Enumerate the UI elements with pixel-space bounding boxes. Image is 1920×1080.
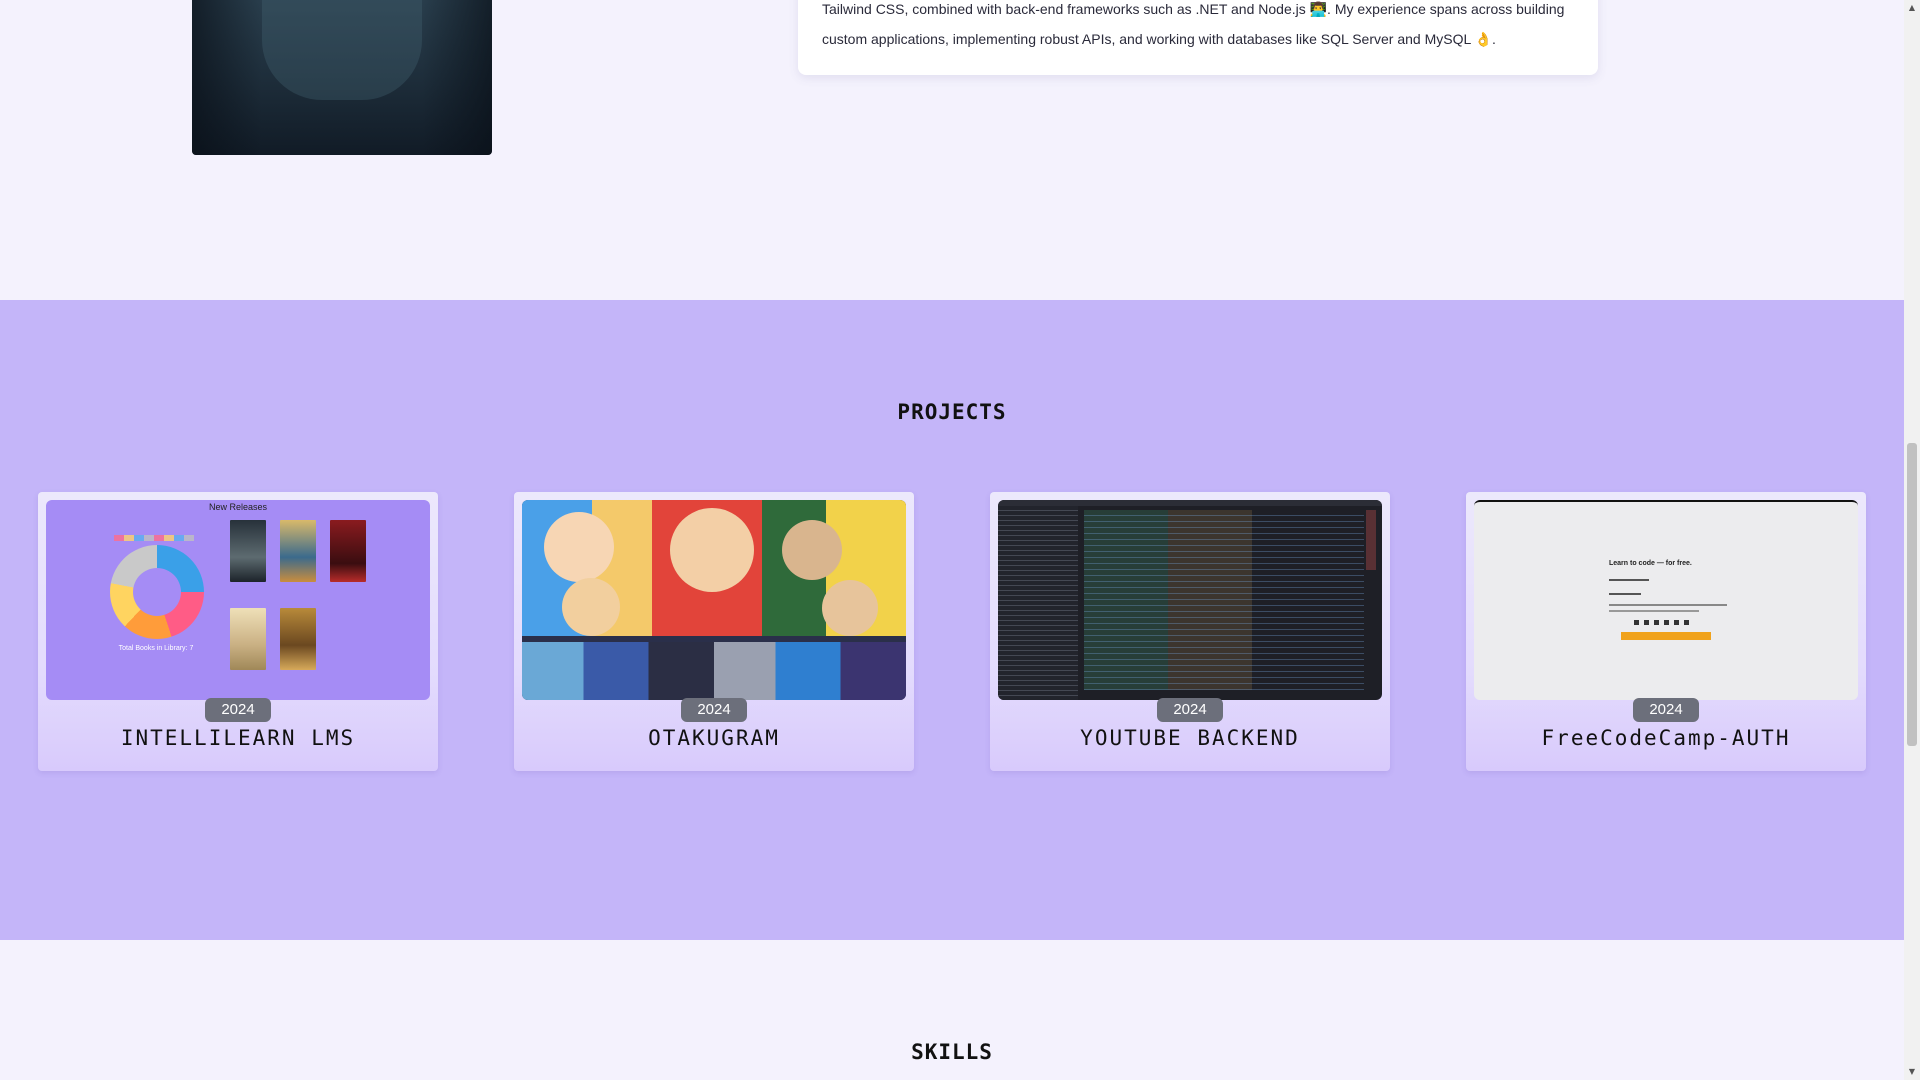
book-cover bbox=[230, 520, 266, 582]
editor-file-tree bbox=[998, 506, 1078, 700]
chart-legend bbox=[114, 535, 194, 541]
editor-minimap bbox=[1366, 510, 1376, 570]
about-line-2: custom applications, implementing robust… bbox=[822, 31, 1496, 47]
book-cover bbox=[330, 520, 366, 582]
year-badge: 2024 bbox=[681, 698, 747, 722]
project-thumbnail bbox=[522, 500, 906, 700]
project-title: OTAKUGRAM bbox=[648, 726, 780, 750]
scroll-up-arrow-icon[interactable]: ▲ bbox=[1904, 0, 1920, 16]
about-line-1: Tailwind CSS, combined with back-end fra… bbox=[822, 1, 1565, 17]
project-card-youtube-backend[interactable]: 2024 YOUTUBE BACKEND bbox=[990, 492, 1390, 771]
thumbnail-strip bbox=[522, 642, 906, 700]
project-card-otakugram[interactable]: 2024 OTAKUGRAM bbox=[514, 492, 914, 771]
about-text: Tailwind CSS, combined with back-end fra… bbox=[822, 0, 1582, 54]
year-badge: 2024 bbox=[1633, 698, 1699, 722]
thumb-heading: New Releases bbox=[208, 502, 268, 512]
thumb-heading: Learn to code — for free. bbox=[1609, 560, 1692, 567]
character-face bbox=[822, 580, 878, 636]
year-badge: 2024 bbox=[205, 698, 271, 722]
book-cover bbox=[230, 608, 266, 670]
book-cover bbox=[280, 520, 316, 582]
photo-shade-left bbox=[192, 0, 262, 155]
projects-section: PROJECTS New Releases Total Books in Lib… bbox=[0, 300, 1904, 940]
project-thumbnail: Learn to code — for free. bbox=[1474, 500, 1858, 700]
scroll-down-arrow-icon[interactable]: ▼ bbox=[1904, 1064, 1920, 1080]
book-cover bbox=[280, 608, 316, 670]
project-title: INTELLILEARN LMS bbox=[120, 726, 356, 750]
social-login-icons bbox=[1634, 620, 1689, 625]
thumb-caption: Total Books in Library: 7 bbox=[118, 645, 194, 652]
profile-photo bbox=[192, 0, 492, 155]
character-face bbox=[544, 512, 614, 582]
project-title: YOUTUBE BACKEND bbox=[1080, 726, 1300, 750]
signup-button-preview bbox=[1621, 632, 1711, 640]
page-scrollbar[interactable]: ▲ ▼ bbox=[1904, 0, 1920, 1080]
project-thumbnail bbox=[998, 500, 1382, 700]
text-line bbox=[1609, 604, 1727, 606]
project-title: FreeCodeCamp-AUTH bbox=[1541, 726, 1791, 750]
photo-shade-right bbox=[422, 0, 492, 155]
project-card-freecodecamp-auth[interactable]: Learn to code — for free. 2024 FreeCodeC… bbox=[1466, 492, 1866, 771]
character-face bbox=[670, 508, 754, 592]
editor-code-area bbox=[1084, 510, 1364, 690]
about-section: Tailwind CSS, combined with back-end fra… bbox=[0, 0, 1904, 300]
project-thumbnail: New Releases Total Books in Library: 7 bbox=[46, 500, 430, 700]
donut-chart bbox=[110, 545, 204, 639]
about-card: Tailwind CSS, combined with back-end fra… bbox=[798, 0, 1598, 75]
portfolio-page: Tailwind CSS, combined with back-end fra… bbox=[0, 0, 1904, 1080]
skills-heading: SKILLS bbox=[911, 1040, 993, 1064]
scrollbar-thumb[interactable] bbox=[1907, 443, 1917, 746]
skills-section: SKILLS bbox=[0, 940, 1904, 1080]
text-line bbox=[1609, 579, 1649, 581]
profile-figure bbox=[262, 0, 422, 100]
projects-heading: PROJECTS bbox=[897, 400, 1007, 424]
project-card-intellilearn[interactable]: New Releases Total Books in Library: 7 2… bbox=[38, 492, 438, 771]
character-face bbox=[562, 578, 620, 636]
text-line bbox=[1609, 593, 1641, 595]
character-face bbox=[782, 520, 842, 580]
year-badge: 2024 bbox=[1157, 698, 1223, 722]
text-line bbox=[1609, 610, 1699, 612]
